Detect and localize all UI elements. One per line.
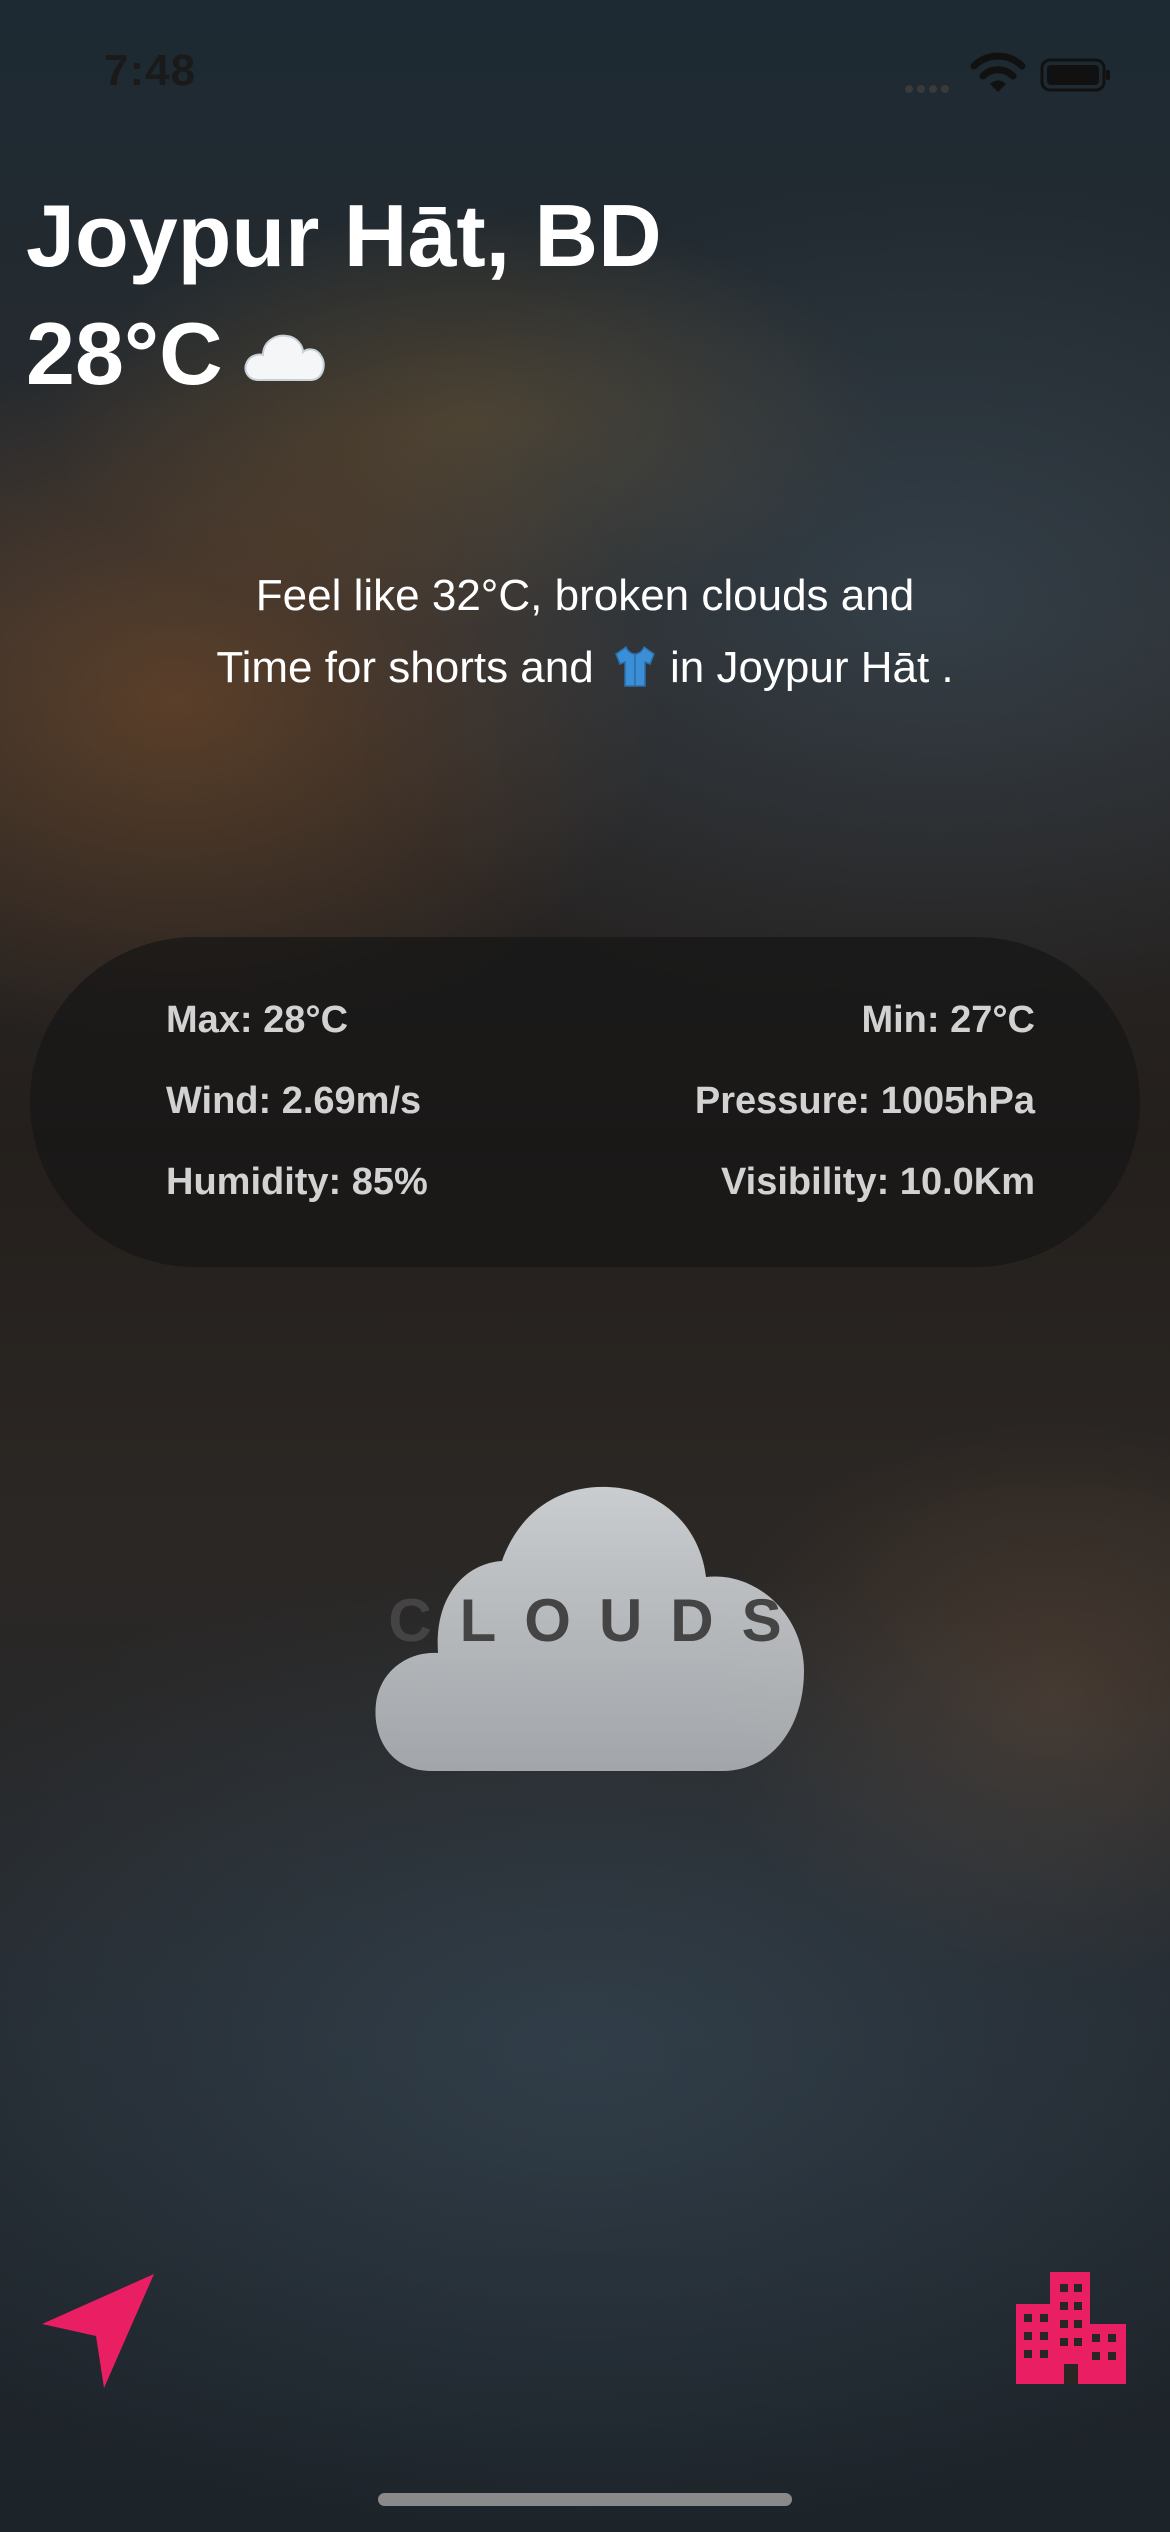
description-line-2-end: in Joypur Hāt . [669,643,954,692]
description-line-1: Feel like 32°C, broken clouds and [255,571,915,620]
home-indicator[interactable] [378,2493,792,2506]
humidity: Humidity: 85% [166,1161,428,1203]
wind-speed: Wind: 2.69m/s [166,1080,422,1122]
current-temperature: 28°C [26,304,223,403]
min-temperature: Min: 27°C [861,999,1035,1041]
status-bar: 7:48 [0,0,1170,140]
weather-description: Feel like 32°C, broken clouds and Time f… [0,560,1170,704]
weather-stats-card: Max: 28°C Min: 27°C Wind: 2.69m/s Pressu… [30,937,1140,1267]
location-arrow-icon[interactable] [40,2270,160,2390]
cellular-signal-icon [905,80,955,93]
battery-icon [1040,58,1110,92]
pressure: Pressure: 1005hPa [694,1080,1035,1122]
wifi-icon [970,52,1026,92]
t-shirt-icon [615,645,655,687]
visibility: Visibility: 10.0Km [721,1161,1035,1203]
city-name: Joypur Hāt, BD [26,186,662,285]
status-time: 7:48 [104,46,197,95]
description-line-2-start: Time for shorts and [216,643,594,692]
city-buildings-icon[interactable] [1010,2268,1130,2388]
cloud-icon [244,334,325,381]
current-temperature-row: 28°C [26,310,329,398]
max-temperature: Max: 28°C [166,999,349,1041]
condition-label: CLOUDS [388,1587,810,1654]
description-line-2: Time for shorts and in Joypur Hāt . [0,632,1170,704]
